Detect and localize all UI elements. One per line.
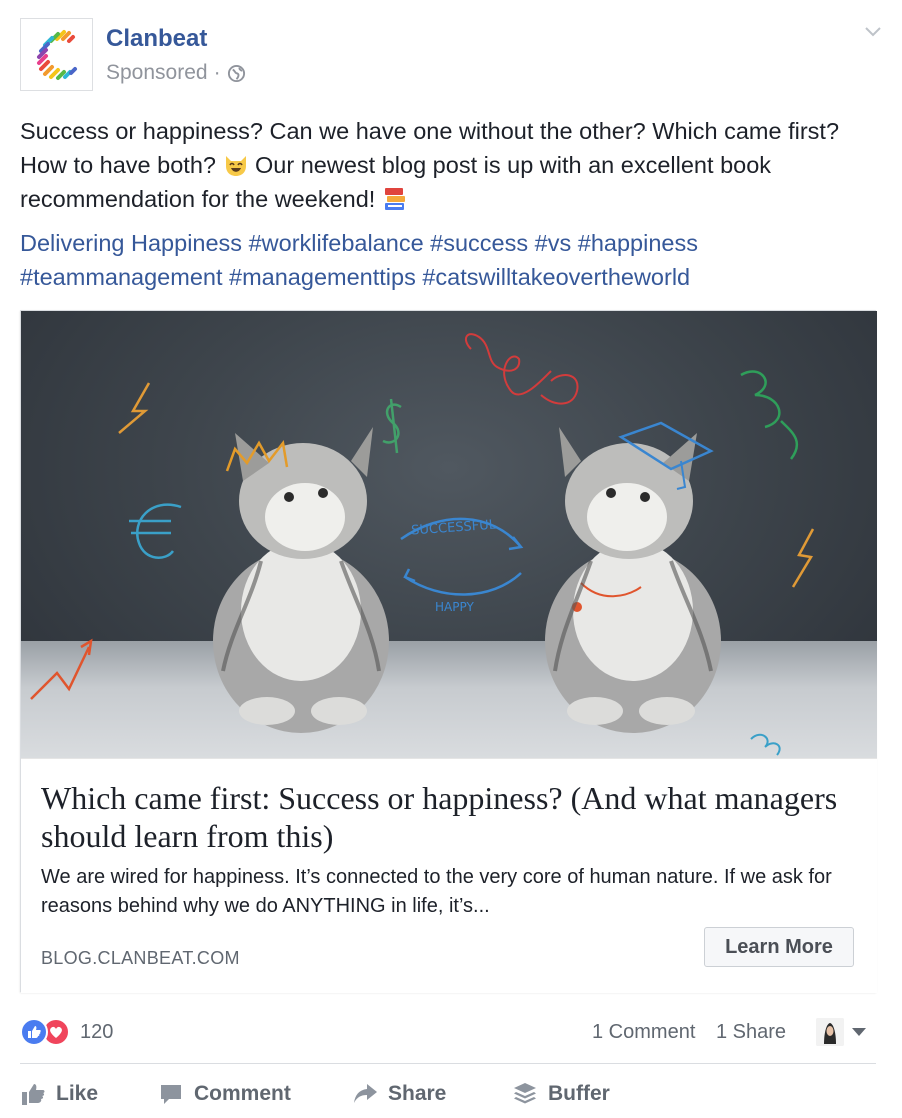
engagement-stats: 120 1 Comment 1 Share [20, 1014, 870, 1050]
hashtag-link[interactable]: #managementtips [229, 264, 416, 290]
hashtag-link[interactable]: #worklifebalance [249, 230, 424, 256]
learn-more-button[interactable]: Learn More [704, 927, 854, 967]
card-title[interactable]: Which came first: Success or happiness? … [41, 779, 841, 855]
hashtag-link[interactable]: #vs [535, 230, 572, 256]
link-preview-card[interactable]: SUCCESSFUL HAPPY Which came first: Succe… [20, 310, 877, 993]
post-header: Clanbeat Sponsored · [20, 18, 884, 94]
viewer-dropdown-caret-icon[interactable] [852, 1028, 866, 1036]
page-avatar[interactable] [20, 18, 93, 91]
right-cat [545, 421, 721, 733]
card-image[interactable]: SUCCESSFUL HAPPY [21, 311, 877, 758]
action-bar: Like Comment Share Buffer [20, 1074, 876, 1114]
like-reaction-icon [20, 1018, 48, 1046]
globe-icon[interactable] [227, 64, 246, 83]
hashtag-link[interactable]: #success [430, 230, 528, 256]
books-emoji-icon [384, 188, 405, 210]
action-divider [20, 1063, 876, 1064]
buffer-stack-icon [514, 1083, 536, 1104]
comment-count-link[interactable]: 1 Comment [592, 1021, 695, 1044]
post-links: Delivering Happiness #worklifebalance #s… [20, 226, 882, 294]
link-delivering-happiness[interactable]: Delivering Happiness [20, 230, 242, 256]
card-description: We are wired for happiness. It’s connect… [41, 866, 832, 917]
like-label: Like [56, 1082, 99, 1105]
meta-separator: · [213, 61, 221, 84]
buffer-label: Buffer [548, 1082, 610, 1105]
sponsored-label[interactable]: Sponsored [106, 61, 208, 85]
doodle-text-happy: HAPPY [435, 600, 474, 614]
share-label: Share [388, 1082, 447, 1105]
comment-bubble-icon [161, 1085, 181, 1104]
hashtag-link[interactable]: #catswilltakeovertheworld [422, 264, 690, 290]
comment-button[interactable]: Comment [158, 1074, 291, 1114]
clanbeat-logo-icon [37, 30, 77, 80]
thumbs-up-icon [22, 1084, 45, 1105]
share-arrow-icon [354, 1084, 377, 1103]
card-domain: BLOG.CLANBEAT.COM [41, 948, 240, 968]
doodle-text-successful: SUCCESSFUL [411, 518, 497, 539]
reaction-count: 120 [80, 1020, 114, 1043]
smiling-cat-emoji-icon [225, 156, 246, 176]
share-button[interactable]: Share [352, 1074, 446, 1114]
viewer-avatar[interactable] [816, 1018, 844, 1046]
post-meta: Sponsored · [106, 61, 246, 85]
like-button[interactable]: Like [20, 1074, 98, 1114]
page-name-link[interactable]: Clanbeat [106, 25, 207, 53]
hashtag-link[interactable]: #happiness [578, 230, 698, 256]
chevron-down-icon[interactable] [862, 20, 884, 42]
reactions-summary[interactable]: 120 [20, 1018, 113, 1046]
hashtag-link[interactable]: #teammanagement [20, 264, 222, 290]
left-cat [213, 427, 389, 733]
post-message: Success or happiness? Can we have one wi… [20, 114, 882, 216]
comment-label: Comment [194, 1082, 291, 1105]
share-count-link[interactable]: 1 Share [716, 1021, 786, 1044]
card-body[interactable]: Which came first: Success or happiness? … [21, 758, 877, 993]
buffer-button[interactable]: Buffer [512, 1074, 610, 1114]
cats-illustration: SUCCESSFUL HAPPY [30, 333, 815, 756]
